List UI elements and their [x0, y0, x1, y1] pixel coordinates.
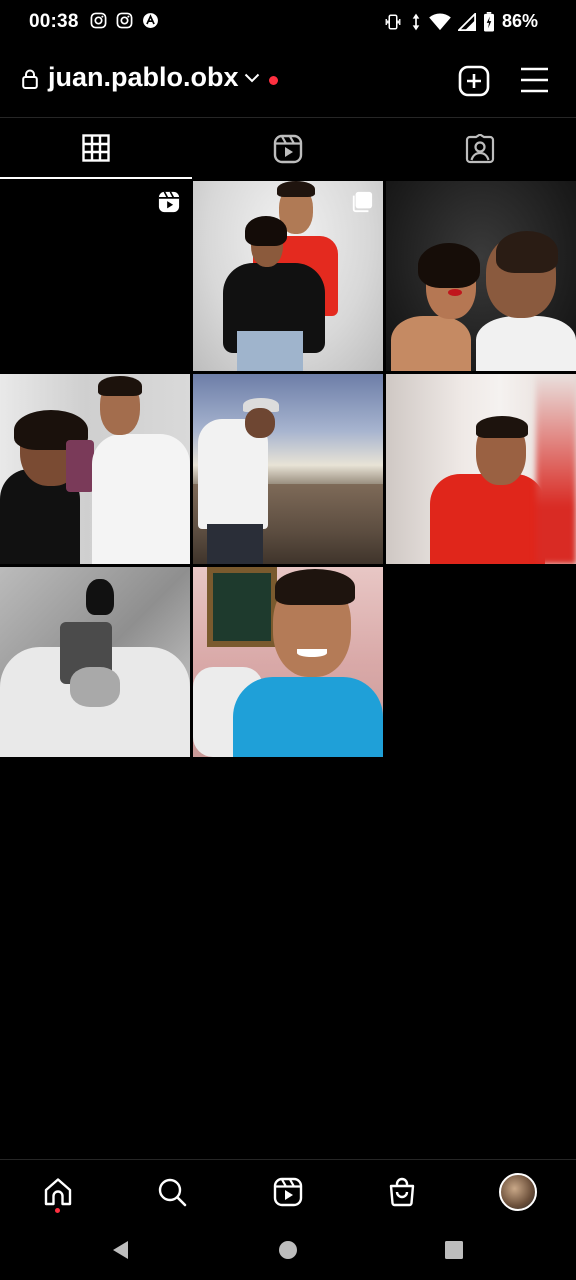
tab-tagged[interactable] [384, 118, 576, 179]
status-left-icons [90, 12, 159, 29]
app-icon [142, 12, 159, 29]
chevron-down-icon[interactable] [244, 72, 260, 84]
lock-icon [22, 69, 38, 89]
status-time: 00:38 [29, 11, 79, 32]
instagram-icon [116, 12, 133, 29]
reels-icon [273, 134, 303, 164]
home-icon [43, 1177, 73, 1207]
grid-icon [82, 133, 110, 162]
reels-icon [158, 191, 180, 213]
menu-icon[interactable] [520, 66, 549, 94]
profile-tabs [0, 117, 576, 179]
data-arrows-icon [410, 12, 422, 32]
system-nav-bar [0, 1222, 576, 1280]
post-thumbnail[interactable] [0, 181, 190, 371]
post-thumbnail[interactable] [193, 567, 383, 757]
tab-posts-grid[interactable] [0, 118, 192, 179]
post-thumbnail[interactable] [386, 374, 576, 564]
home-circle-icon[interactable] [278, 1240, 298, 1260]
notification-dot [269, 76, 278, 85]
search-icon [157, 1177, 187, 1207]
profile-header: juan.pablo.obx [0, 52, 576, 108]
nav-profile-button[interactable] [498, 1172, 538, 1212]
bottom-nav [0, 1159, 576, 1221]
status-bar: 00:38 86% [0, 0, 576, 44]
recents-icon[interactable] [444, 1240, 464, 1260]
profile-username[interactable]: juan.pablo.obx [48, 62, 239, 93]
battery-percent: 86% [501, 11, 538, 31]
add-post-icon[interactable] [458, 65, 490, 97]
reels-icon [273, 1177, 303, 1207]
nav-search-button[interactable] [152, 1172, 192, 1212]
signal-icon [457, 12, 476, 31]
instagram-icon [90, 12, 107, 29]
post-thumbnail[interactable] [0, 567, 190, 757]
shop-icon [387, 1177, 417, 1207]
tagged-icon [465, 133, 495, 164]
tab-reels[interactable] [192, 118, 384, 179]
back-icon[interactable] [110, 1239, 130, 1261]
battery-icon [483, 11, 495, 32]
nav-home-button[interactable] [38, 1172, 78, 1212]
post-thumbnail[interactable] [386, 181, 576, 371]
post-thumbnail[interactable] [193, 181, 383, 371]
profile-avatar [499, 1173, 537, 1211]
nav-reels-button[interactable] [268, 1172, 308, 1212]
post-thumbnail[interactable] [0, 374, 190, 564]
post-thumbnail[interactable] [193, 374, 383, 564]
carousel-icon [351, 191, 373, 213]
status-right-icons: 86% [383, 11, 538, 32]
vibrate-icon [383, 13, 403, 31]
wifi-icon [429, 12, 451, 31]
home-notification-dot [55, 1208, 60, 1213]
nav-shop-button[interactable] [382, 1172, 422, 1212]
